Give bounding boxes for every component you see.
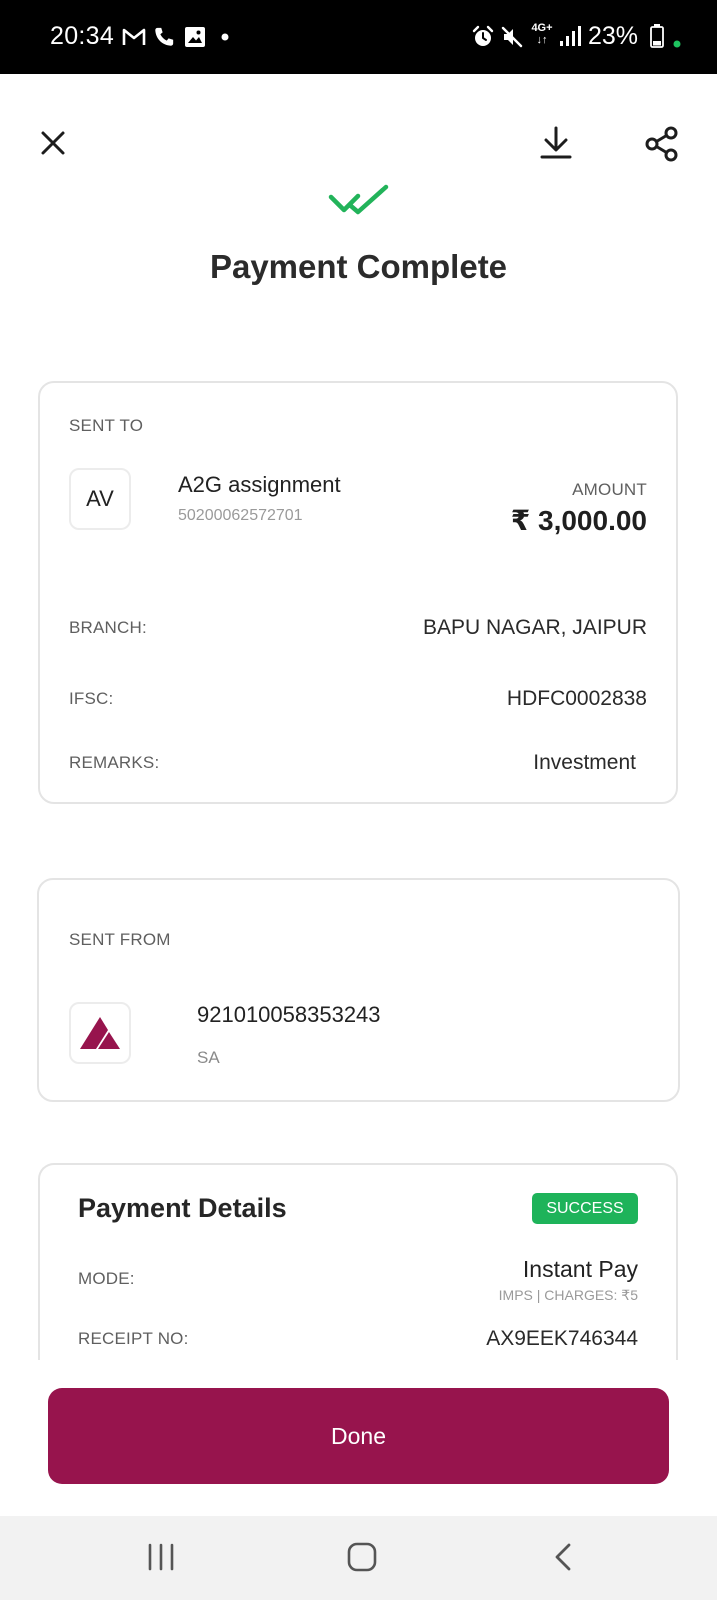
download-icon[interactable] <box>538 125 574 161</box>
payee-account-number: 50200062572701 <box>178 507 303 524</box>
receipt-value: AX9EEK746344 <box>486 1327 638 1350</box>
double-check-icon <box>328 184 389 215</box>
branch-label: BRANCH: <box>69 618 147 637</box>
axis-bank-logo-icon <box>80 1017 120 1049</box>
recent-apps-icon[interactable] <box>147 1542 175 1572</box>
phone-icon <box>155 27 174 46</box>
gallery-icon <box>185 27 205 47</box>
sent-from-card: SENT FROM 921010058353243 SA <box>37 878 680 1102</box>
dot-indicator-icon <box>221 33 229 41</box>
sent-to-heading: SENT TO <box>69 416 144 435</box>
network-type-icon: 4G+ ↓↑ <box>531 22 553 46</box>
signal-icon <box>560 26 581 46</box>
amount-value: ₹ 3,000.00 <box>510 505 647 536</box>
mic-active-dot-icon <box>673 40 681 48</box>
battery-percent: 23% <box>588 22 639 50</box>
receipt-label: RECEIPT NO: <box>78 1329 189 1348</box>
sent-to-card: SENT TO AV A2G assignment 50200062572701… <box>38 381 678 804</box>
amount-label: AMOUNT <box>572 480 647 499</box>
back-icon[interactable] <box>553 1542 573 1572</box>
sent-from-heading: SENT FROM <box>69 930 171 949</box>
remarks-label: REMARKS: <box>69 753 160 772</box>
gmail-icon <box>122 28 146 45</box>
alarm-icon <box>472 25 494 46</box>
mode-value: Instant Pay <box>522 1256 638 1282</box>
ifsc-value: HDFC0002838 <box>506 687 647 710</box>
branch-value: BAPU NAGAR, JAIPUR <box>422 616 647 639</box>
page-title: Payment Complete <box>209 248 508 285</box>
payment-details-title: Payment Details <box>78 1193 287 1223</box>
status-badge: SUCCESS <box>532 1193 638 1224</box>
sender-account-type: SA <box>197 1048 220 1067</box>
system-nav-bar <box>0 1516 717 1600</box>
footer: Done <box>0 1360 717 1516</box>
home-icon[interactable] <box>347 1542 377 1572</box>
status-time: 20:34 <box>50 22 115 50</box>
status-bar: 20:34 4G+ ↓↑ 23% <box>0 0 717 74</box>
sender-account-number: 921010058353243 <box>197 1002 381 1027</box>
ifsc-label: IFSC: <box>69 689 114 708</box>
mode-label: MODE: <box>78 1269 135 1288</box>
share-icon[interactable] <box>644 126 680 162</box>
battery-icon <box>650 24 664 48</box>
remarks-value: Investment <box>533 751 636 774</box>
payee-name: A2G assignment <box>178 472 341 497</box>
avatar: AV <box>69 468 131 530</box>
mode-sub: IMPS | CHARGES: ₹5 <box>498 1287 638 1303</box>
mute-icon <box>501 26 523 48</box>
done-button[interactable]: Done <box>48 1388 669 1484</box>
bank-logo <box>69 1002 131 1064</box>
network-type: 4G+ <box>531 22 553 34</box>
close-icon[interactable] <box>40 130 66 156</box>
